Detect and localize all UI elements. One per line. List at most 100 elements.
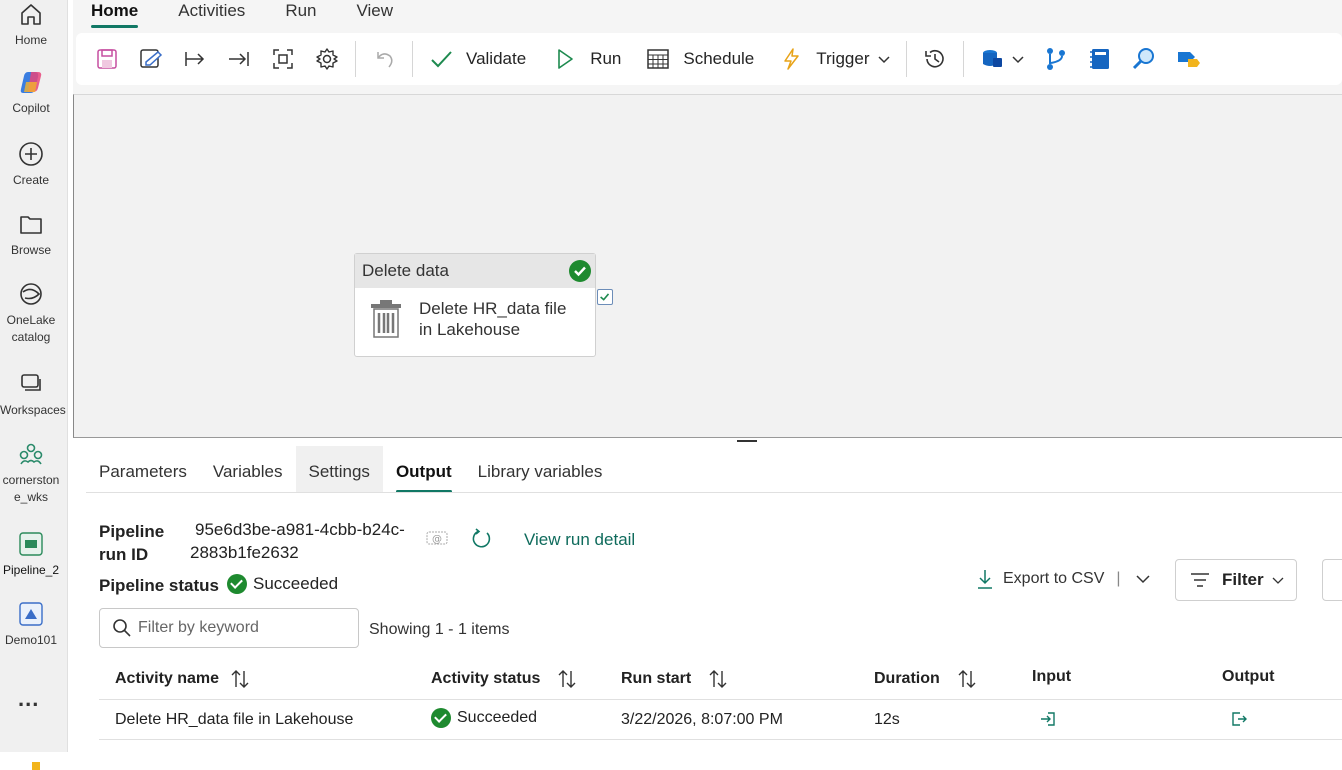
column-input: Input <box>1032 668 1072 685</box>
pane-resize-handle[interactable] <box>737 440 757 442</box>
table-header: Activity name Activity status Run start … <box>99 654 1342 700</box>
filter-by-keyword-field[interactable] <box>99 608 359 648</box>
column-output: Output <box>1222 668 1275 685</box>
tab-settings[interactable]: Settings <box>295 446 383 493</box>
tab-home[interactable]: Home <box>91 0 139 28</box>
toolbar-separator <box>963 41 965 77</box>
pipeline-run-id-label: Pipeline run ID <box>99 522 165 564</box>
save-as-button[interactable] <box>129 39 173 79</box>
toolbar-separator <box>412 41 413 77</box>
pipeline-run-id-value: 95e6d3be-a981-4cbb-b24c- 2883b1fe2632 <box>190 520 405 562</box>
column-duration[interactable]: Duration <box>874 668 978 690</box>
fit-view-icon <box>273 49 293 69</box>
success-connector-handle[interactable] <box>597 289 613 305</box>
activity-header: Delete data <box>355 254 595 288</box>
more-options-icon[interactable]: ... <box>18 686 39 712</box>
lightning-icon <box>784 48 800 70</box>
notebook-button[interactable] <box>1078 39 1122 79</box>
rail-label: OneLake catalog <box>6 313 56 344</box>
cell-activity-name: Delete HR_data file in Lakehouse <box>115 711 354 728</box>
save-as-icon <box>140 49 163 68</box>
output-icon[interactable] <box>1230 710 1248 728</box>
activity-name: Delete HR_data file in Lakehouse <box>419 299 567 339</box>
checkmark-icon <box>431 51 452 68</box>
move-to-end-button[interactable] <box>217 39 261 79</box>
copilot-icon <box>20 72 42 93</box>
refresh-icon[interactable] <box>470 528 492 550</box>
export-to-csv-button[interactable]: Export to CSV | <box>975 568 1151 590</box>
history-button[interactable] <box>913 39 957 79</box>
panel-tabs: Parameters Variables Settings Output Lib… <box>86 446 615 493</box>
copy-icon[interactable]: @ <box>426 530 448 546</box>
input-icon[interactable] <box>1039 710 1057 728</box>
branch-icon <box>1047 48 1066 70</box>
column-run-start[interactable]: Run start <box>621 668 729 690</box>
workspace-group-icon <box>19 443 43 465</box>
indent-button[interactable] <box>173 39 217 79</box>
pipeline-canvas[interactable]: Delete data Delete HR_data file in Lakeh… <box>73 94 1342 438</box>
tab-variables[interactable]: Variables <box>200 446 296 493</box>
activity-card-delete-data[interactable]: Delete data Delete HR_data file in Lakeh… <box>354 253 596 357</box>
tabs-divider <box>86 492 1342 493</box>
run-button[interactable]: Run <box>543 39 630 79</box>
pipeline-icon <box>19 532 43 556</box>
sort-icon <box>709 670 727 688</box>
column-activity-name[interactable]: Activity name <box>115 668 251 690</box>
rail-label: Pipeline_2 <box>2 563 60 577</box>
rail-item-cornerstone-wks[interactable]: cornerstone_wks <box>0 440 62 506</box>
validate-button[interactable]: Validate <box>419 39 535 79</box>
dataflow-button[interactable] <box>1166 39 1210 79</box>
success-icon <box>431 708 451 728</box>
rail-label: Home <box>14 33 47 47</box>
undo-button[interactable] <box>362 39 406 79</box>
activity-body: Delete HR_data file in Lakehouse <box>355 288 595 340</box>
rail-label: cornerstone_wks <box>2 473 60 504</box>
chevron-down-icon[interactable] <box>1135 571 1151 587</box>
tab-run[interactable]: Run <box>285 0 316 28</box>
search-icon <box>113 619 131 637</box>
table-row[interactable]: Delete HR_data file in Lakehouse Succeed… <box>99 700 1342 740</box>
rail-item-workspaces[interactable]: Workspaces <box>0 370 66 419</box>
schedule-button[interactable]: Schedule <box>636 39 763 79</box>
tab-library-variables[interactable]: Library variables <box>465 446 616 493</box>
separator: | <box>1116 570 1121 587</box>
cell-activity-status: Succeeded <box>431 708 537 728</box>
left-nav-rail: Home Copilot Create Browse OneLake catal… <box>0 0 68 770</box>
onelake-icon <box>20 283 42 305</box>
chevron-down-icon <box>1272 577 1284 584</box>
notebook-icon <box>1090 49 1110 69</box>
pipeline-status-label: Pipeline status <box>99 576 219 595</box>
tab-output[interactable]: Output <box>383 446 465 493</box>
menu-tabs: Home Activities Run View <box>91 0 433 28</box>
rail-item-browse[interactable]: Browse <box>0 210 62 259</box>
filter-button[interactable]: Filter <box>1175 559 1297 601</box>
pipeline-status-value: Succeeded <box>227 574 338 594</box>
column-activity-status[interactable]: Activity status <box>431 668 578 690</box>
rail-item-onelake-catalog[interactable]: OneLake catalog <box>0 280 62 346</box>
bottom-panel: Parameters Variables Settings Output Lib… <box>73 446 1342 770</box>
folder-icon <box>20 216 42 234</box>
rail-item-home[interactable]: Home <box>0 0 62 49</box>
view-run-detail-link[interactable]: View run detail <box>524 530 635 550</box>
more-actions-button[interactable] <box>1322 559 1342 601</box>
database-icon <box>983 50 1003 67</box>
tab-activities[interactable]: Activities <box>178 0 245 28</box>
trigger-button[interactable]: Trigger <box>769 39 900 79</box>
rail-item-pipeline-2[interactable]: Pipeline_2 <box>0 530 62 579</box>
rail-item-demo101[interactable]: Demo101 <box>0 600 62 649</box>
tab-view[interactable]: View <box>357 0 394 28</box>
search-button[interactable] <box>1122 39 1166 79</box>
ribbon: Home Activities Run View Validate Run Sc… <box>73 0 1342 94</box>
validate-label: Validate <box>466 49 527 68</box>
save-button[interactable] <box>85 39 129 79</box>
rail-item-create[interactable]: Create <box>0 140 62 189</box>
tab-parameters[interactable]: Parameters <box>86 446 200 493</box>
toolbar-separator <box>906 41 908 77</box>
settings-button[interactable] <box>305 39 349 79</box>
branch-button[interactable] <box>1034 39 1078 79</box>
toolbar-separator <box>355 41 356 77</box>
rail-item-copilot[interactable]: Copilot <box>0 68 62 117</box>
data-source-button[interactable] <box>970 39 1034 79</box>
search-input[interactable] <box>138 619 348 637</box>
auto-align-button[interactable] <box>261 39 305 79</box>
